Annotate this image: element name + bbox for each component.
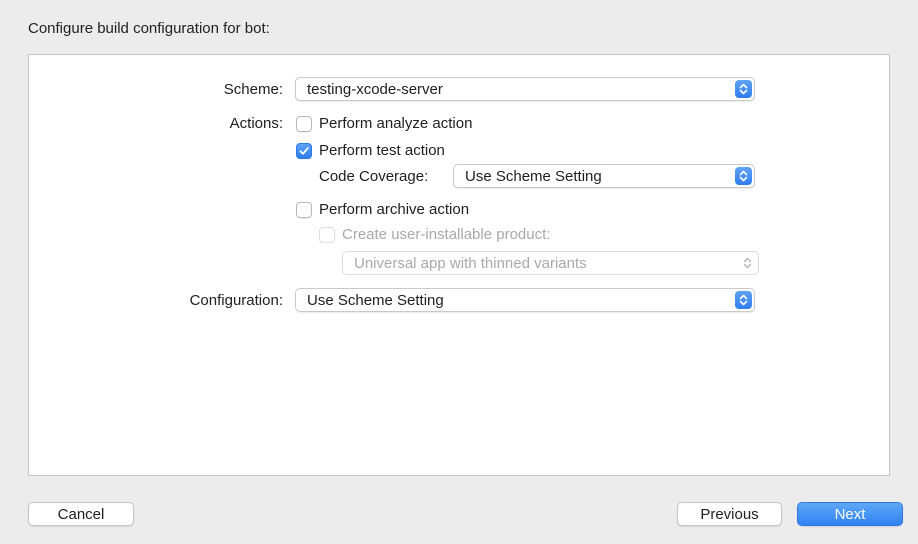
configuration-value: Use Scheme Setting <box>307 291 444 309</box>
archive-label[interactable]: Perform archive action <box>319 201 469 218</box>
scheme-popup[interactable]: testing-xcode-server <box>295 77 755 101</box>
code-coverage-label: Code Coverage: <box>319 168 429 185</box>
sheet-title: Configure build configuration for bot: <box>28 20 270 37</box>
cancel-button[interactable]: Cancel <box>28 502 134 526</box>
next-button[interactable]: Next <box>797 502 903 526</box>
archive-checkbox[interactable] <box>296 202 312 218</box>
checkmark-icon <box>299 147 309 155</box>
actions-label: Actions: <box>229 115 283 132</box>
product-type-popup[interactable]: Universal app with thinned variants <box>342 251 759 275</box>
configuration-popup[interactable]: Use Scheme Setting <box>295 288 755 312</box>
product-type-value: Universal app with thinned variants <box>354 254 587 272</box>
code-coverage-popup[interactable]: Use Scheme Setting <box>453 164 755 188</box>
code-coverage-value: Use Scheme Setting <box>465 167 602 185</box>
analyze-label[interactable]: Perform analyze action <box>319 115 472 132</box>
test-checkbox[interactable] <box>296 143 312 159</box>
configuration-panel: Scheme: testing-xcode-server Actions: Pe… <box>28 54 890 476</box>
up-down-arrows-icon <box>739 254 756 272</box>
scheme-label: Scheme: <box>223 81 283 98</box>
user-installable-checkbox[interactable] <box>319 227 335 243</box>
scheme-value: testing-xcode-server <box>307 80 443 98</box>
up-down-arrows-icon <box>735 291 752 309</box>
up-down-arrows-icon <box>735 80 752 98</box>
configuration-label: Configuration: <box>189 292 283 309</box>
analyze-checkbox[interactable] <box>296 116 312 132</box>
previous-button[interactable]: Previous <box>677 502 782 526</box>
test-label[interactable]: Perform test action <box>319 142 445 159</box>
user-installable-label: Create user-installable product: <box>342 226 551 243</box>
up-down-arrows-icon <box>735 167 752 185</box>
